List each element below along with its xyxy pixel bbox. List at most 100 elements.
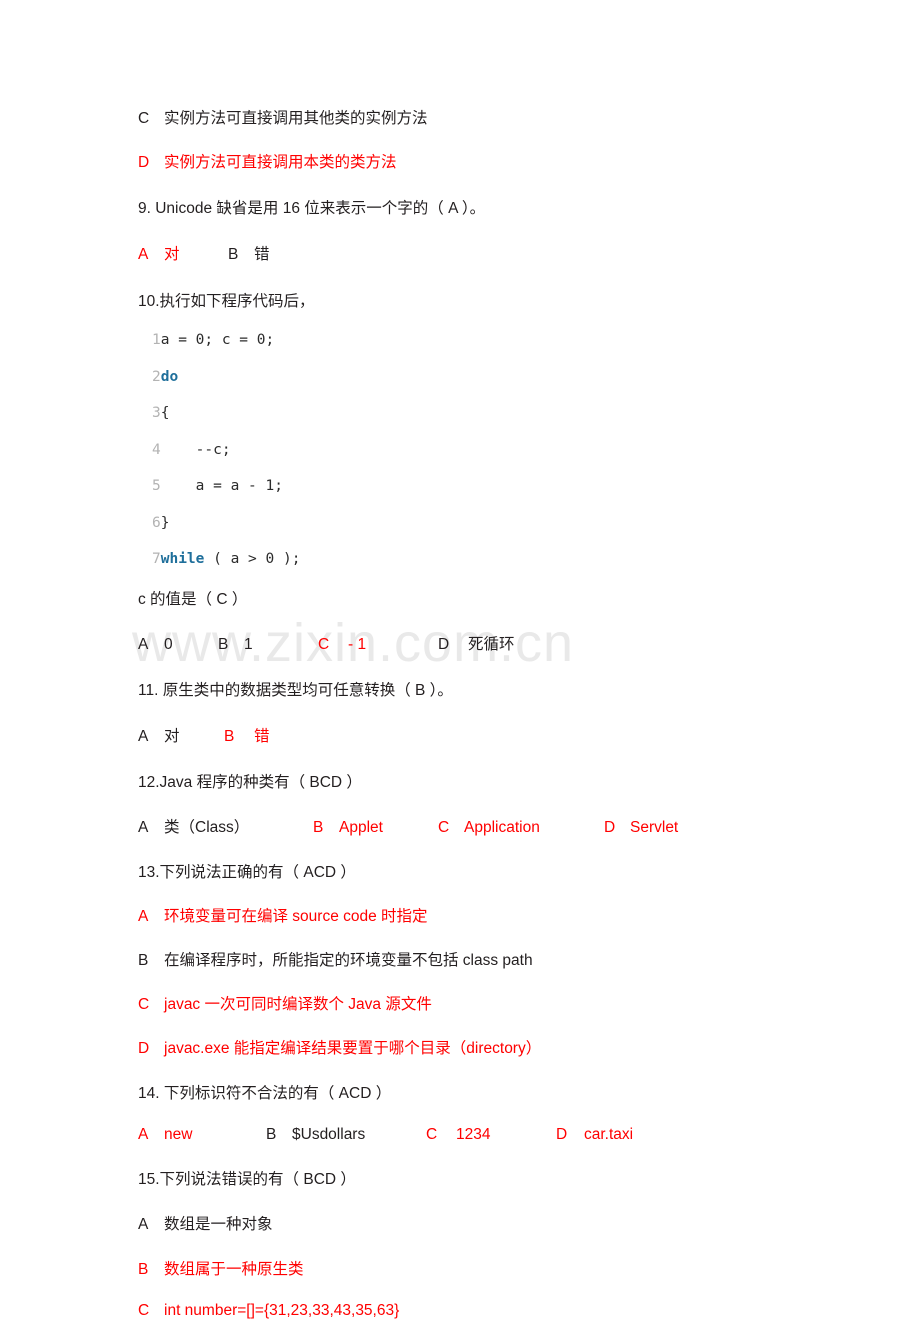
option-row: C 实例方法可直接调用其他类的实例方法 xyxy=(138,106,920,128)
option-text: 错 xyxy=(254,246,270,263)
option-text: new xyxy=(164,1125,193,1143)
option-letter: B xyxy=(228,246,239,263)
option-row: A0 B1 C - 1 D 死循环 xyxy=(138,632,920,654)
option-letter: A xyxy=(138,1215,149,1233)
option-letter: D xyxy=(604,818,616,836)
option-text: Application xyxy=(464,818,540,836)
option-d: Dcar.taxi xyxy=(556,1126,633,1144)
option-letter: D xyxy=(138,154,150,171)
option-row: B 数组属于一种原生类 xyxy=(138,1257,920,1279)
option-letter: D xyxy=(138,1039,150,1057)
code-keyword: do xyxy=(160,368,179,385)
option-text: 类（Class） xyxy=(164,818,250,836)
option-text: Applet xyxy=(339,818,383,836)
option-letter: A xyxy=(138,635,149,653)
option-row: Cint number=[]={31,23,33,43,35,63} xyxy=(138,1302,920,1320)
option-text: 死循环 xyxy=(468,635,515,653)
question-stem: 10.执行如下程序代码后， xyxy=(138,293,315,310)
code-block: 1a = 0; c = 0; 2do 3{ 4 --c; 5 a = a - 1… xyxy=(138,333,920,567)
code-line-number: 3 xyxy=(152,405,161,421)
option-text: 对 xyxy=(164,727,180,745)
option-c: C 1234 xyxy=(426,1126,556,1144)
option-text: 错 xyxy=(254,727,270,745)
option-letter: A xyxy=(138,246,149,263)
code-line: 4 --c; xyxy=(138,441,920,458)
option-text: javac.exe 能指定编译结果要置于哪个目录（directory） xyxy=(164,1039,542,1057)
code-text: ( a > 0 ); xyxy=(204,551,301,567)
code-line: 5 a = a - 1; xyxy=(138,479,920,494)
question-stem: 9. Unicode 缺省是用 16 位来表示一个字的（ A ）。 xyxy=(138,200,486,217)
option-text: - 1 xyxy=(348,635,367,653)
option-b: B1 xyxy=(218,636,318,654)
code-line-number: 5 xyxy=(152,478,161,494)
option-c: C Application xyxy=(438,819,604,837)
option-letter: A xyxy=(138,727,149,745)
option-letter: B xyxy=(266,1125,277,1143)
option-text: 实例方法可直接调用本类的类方法 xyxy=(164,154,397,171)
code-line: 3{ xyxy=(138,406,920,421)
code-line: 2do xyxy=(138,368,920,385)
option-text: 0 xyxy=(164,635,173,653)
code-line-number: 4 xyxy=(152,441,161,458)
code-text: --c; xyxy=(160,441,231,458)
option-letter: C xyxy=(138,1301,150,1319)
code-line: 7while ( a > 0 ); xyxy=(138,552,920,567)
option-a: A对 xyxy=(138,242,228,264)
option-letter: C xyxy=(426,1125,438,1143)
option-row: A 环境变量可在编译 source code 时指定 xyxy=(138,904,920,926)
code-line-number: 7 xyxy=(152,551,161,567)
document-page: C 实例方法可直接调用其他类的实例方法 D 实例方法可直接调用本类的类方法 9. U… xyxy=(0,0,920,1319)
option-row: A对 B错 xyxy=(138,724,920,746)
option-text: $Usdollars xyxy=(292,1125,366,1143)
option-text: 在编译程序时，所能指定的环境变量不包括 class path xyxy=(164,951,533,969)
option-row: Cjavac 一次可同时编译数个 Java 源文件 xyxy=(138,992,920,1014)
option-letter: B xyxy=(138,951,149,969)
option-text: javac 一次可同时编译数个 Java 源文件 xyxy=(164,995,432,1013)
option-letter: C xyxy=(438,818,450,836)
code-text: } xyxy=(160,514,170,531)
option-letter: C xyxy=(138,995,150,1013)
option-letter: A xyxy=(138,1125,149,1143)
option-d: D 死循环 xyxy=(438,632,515,654)
option-row: D 实例方法可直接调用本类的类方法 xyxy=(138,150,920,172)
option-b: B错 xyxy=(228,242,270,264)
question-stem: 13.下列说法正确的有（ ACD ） xyxy=(138,863,356,881)
option-text: car.taxi xyxy=(584,1125,634,1143)
code-line-number: 1 xyxy=(152,332,161,348)
option-text: 实例方法可直接调用其他类的实例方法 xyxy=(164,110,428,127)
question-substem: c 的值是（ C ） xyxy=(138,590,248,608)
question-stem: 15.下列说法错误的有（ BCD ） xyxy=(138,1170,356,1188)
question-stem: 14. 下列标识符不合法的有（ ACD ） xyxy=(138,1084,392,1102)
option-letter: C xyxy=(138,110,150,127)
code-line: 6} xyxy=(138,514,920,531)
option-d: D Servlet xyxy=(604,819,678,837)
code-keyword: while xyxy=(160,551,205,567)
option-letter: B xyxy=(138,1260,149,1278)
option-text: 1 xyxy=(244,635,253,653)
option-a: Anew xyxy=(138,1126,266,1144)
code-line-number: 2 xyxy=(152,368,161,385)
option-row: Djavac.exe 能指定编译结果要置于哪个目录（directory） xyxy=(138,1036,920,1058)
option-row: Anew B $Usdollars C 1234 Dcar.taxi xyxy=(138,1126,920,1144)
option-b: B Applet xyxy=(313,819,438,837)
option-text: 1234 xyxy=(456,1125,491,1143)
option-b: B错 xyxy=(224,724,270,746)
option-a: A 类（Class） xyxy=(138,815,313,837)
option-letter: B xyxy=(313,818,324,836)
option-text: 环境变量可在编译 source code 时指定 xyxy=(164,907,428,925)
code-line: 1a = 0; c = 0; xyxy=(138,333,920,348)
question-stem: 11. 原生类中的数据类型均可任意转换（ B ）。 xyxy=(138,681,453,699)
option-row: B 在编译程序时，所能指定的环境变量不包括 class path xyxy=(138,948,920,970)
question-stem: 12.Java 程序的种类有（ BCD ） xyxy=(138,773,362,791)
option-a: A对 xyxy=(138,724,224,746)
option-letter: A xyxy=(138,818,149,836)
code-line-number: 6 xyxy=(152,514,161,531)
option-text: Servlet xyxy=(630,818,679,836)
option-a: A0 xyxy=(138,636,218,654)
option-text: 数组属于一种原生类 xyxy=(164,1260,304,1278)
option-text: 数组是一种对象 xyxy=(164,1215,273,1233)
option-row: A 类（Class） B Applet C Application D Servlet xyxy=(138,815,920,837)
option-letter: D xyxy=(438,635,450,653)
code-text: a = a - 1; xyxy=(160,478,283,494)
option-row: A 数组是一种对象 xyxy=(138,1212,920,1234)
